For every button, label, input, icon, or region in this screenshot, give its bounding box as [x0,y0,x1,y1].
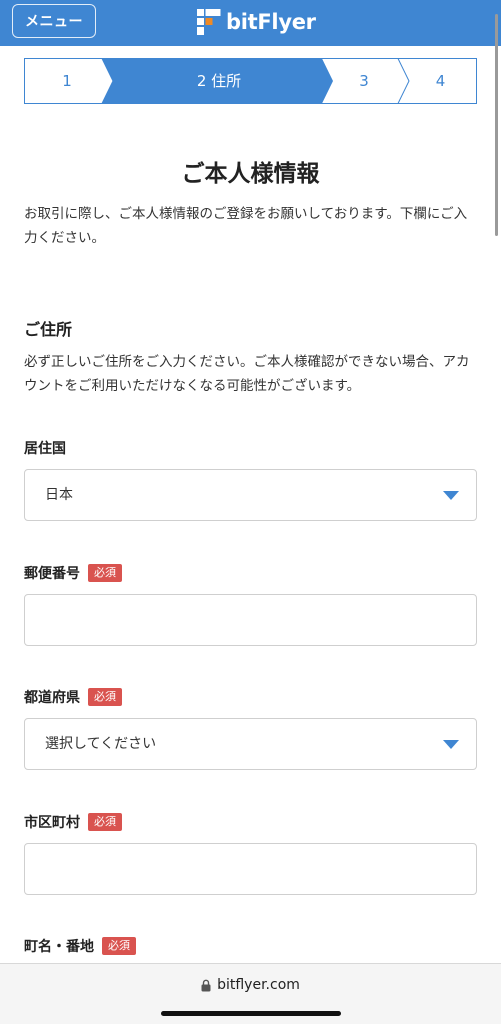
city-input[interactable] [24,843,477,895]
step-1: 1 [62,72,72,90]
scrollbar[interactable] [495,14,498,236]
street-label-text: 町名・番地 [24,939,94,955]
brand-name: bitFlyer [226,10,316,34]
required-badge: 必須 [102,937,136,955]
url-text: bitflyer.com [217,977,300,993]
prefecture-select[interactable]: 選択してください [24,718,477,770]
street-label: 町名・番地 必須 [24,936,136,956]
address-section-description: 必ず正しいご住所をご入力ください。ご本人様確認ができない場合、アカウントをご利用… [24,354,470,394]
app-header: メニュー bitFlyer [0,0,501,236]
city-label-text: 市区町村 [24,815,80,831]
prefecture-selected-value: 選択してください [45,736,157,752]
lock-icon [201,979,211,991]
country-label-text: 居住国 [24,441,66,457]
chevron-down-icon [443,740,459,749]
step-4: 4 [435,72,446,90]
menu-button[interactable]: メニュー [12,4,96,38]
address-section-title: ご住所 [24,320,73,339]
postal-code-label-text: 郵便番号 [24,566,80,582]
required-badge: 必須 [88,688,122,706]
url-display[interactable]: bitflyer.com [0,977,501,993]
page-intro: お取引に際し、ご本人様情報のご登録をお願いしております。下欄にご入力ください。 [24,206,468,246]
prefecture-label-text: 都道府県 [24,690,80,706]
country-select[interactable]: 日本 [24,469,477,521]
country-label: 居住国 [24,438,66,458]
postal-code-input[interactable] [24,594,477,646]
step-3: 3 [359,72,369,90]
postal-code-label: 郵便番号 必須 [24,563,122,583]
required-badge: 必須 [88,564,122,582]
bitflyer-logo-icon [197,9,221,35]
progress-stepper: 1 2 住所 3 4 [24,58,477,104]
chevron-down-icon [443,491,459,500]
city-label: 市区町村 必須 [24,812,122,832]
page-title: ご本人様情報 [181,161,320,187]
step-2-active: 2 住所 [196,72,242,90]
brand-logo[interactable]: bitFlyer [197,8,316,36]
required-badge: 必須 [88,813,122,831]
browser-address-bar[interactable]: bitflyer.com [0,963,501,1024]
prefecture-label: 都道府県 必須 [24,687,122,707]
country-selected-value: 日本 [45,487,73,503]
home-indicator[interactable] [161,1011,341,1016]
